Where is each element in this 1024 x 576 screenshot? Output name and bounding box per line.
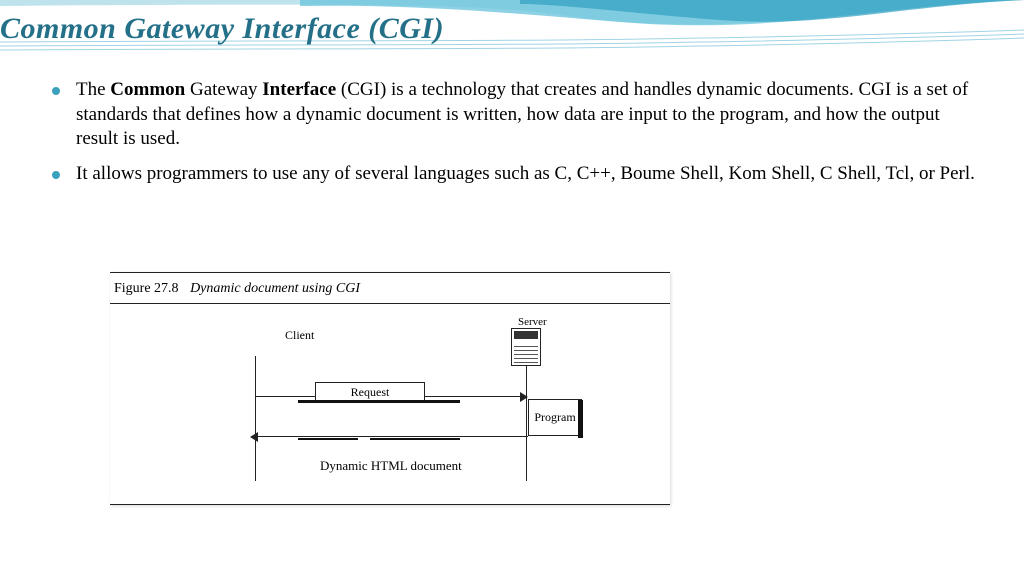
response-arrowhead-icon [250, 432, 258, 442]
bullet-item-2: It allows programmers to use any of seve… [50, 162, 984, 187]
server-icon [511, 328, 541, 366]
program-box: Program [528, 399, 582, 436]
dynamic-document-label: Dynamic HTML document [320, 458, 462, 474]
text-fragment: The [76, 79, 110, 100]
slide-content: The Common Gateway Interface (CGI) is a … [50, 78, 984, 197]
sequence-diagram: Client Server Request Program Dynamic HT… [110, 304, 670, 504]
client-label: Client [285, 328, 314, 343]
client-lifeline [255, 356, 256, 481]
server-label: Server [518, 316, 547, 328]
figure-number: Figure 27.8 [114, 281, 179, 296]
bullet-item-1: The Common Gateway Interface (CGI) is a … [50, 78, 984, 152]
request-payload-bar [298, 400, 460, 403]
program-activation-bar [578, 400, 583, 438]
response-arrow-line [256, 436, 528, 437]
server-lifeline [526, 366, 527, 481]
request-arrowhead-icon [520, 392, 528, 402]
figure-box: Figure 27.8 Dynamic document using CGI C… [110, 272, 670, 505]
text-bold: Interface [262, 79, 336, 100]
text-bold: Common [110, 79, 185, 100]
response-payload-bar-2 [370, 438, 460, 440]
response-payload-bar-1 [298, 438, 358, 440]
text-fragment: Gateway [185, 79, 262, 100]
slide-title: Common Gateway Interface (CGI) [0, 12, 444, 46]
figure-caption: Figure 27.8 Dynamic document using CGI [110, 273, 670, 304]
bullet-list: The Common Gateway Interface (CGI) is a … [50, 78, 984, 187]
figure-description: Dynamic document using CGI [190, 281, 360, 296]
